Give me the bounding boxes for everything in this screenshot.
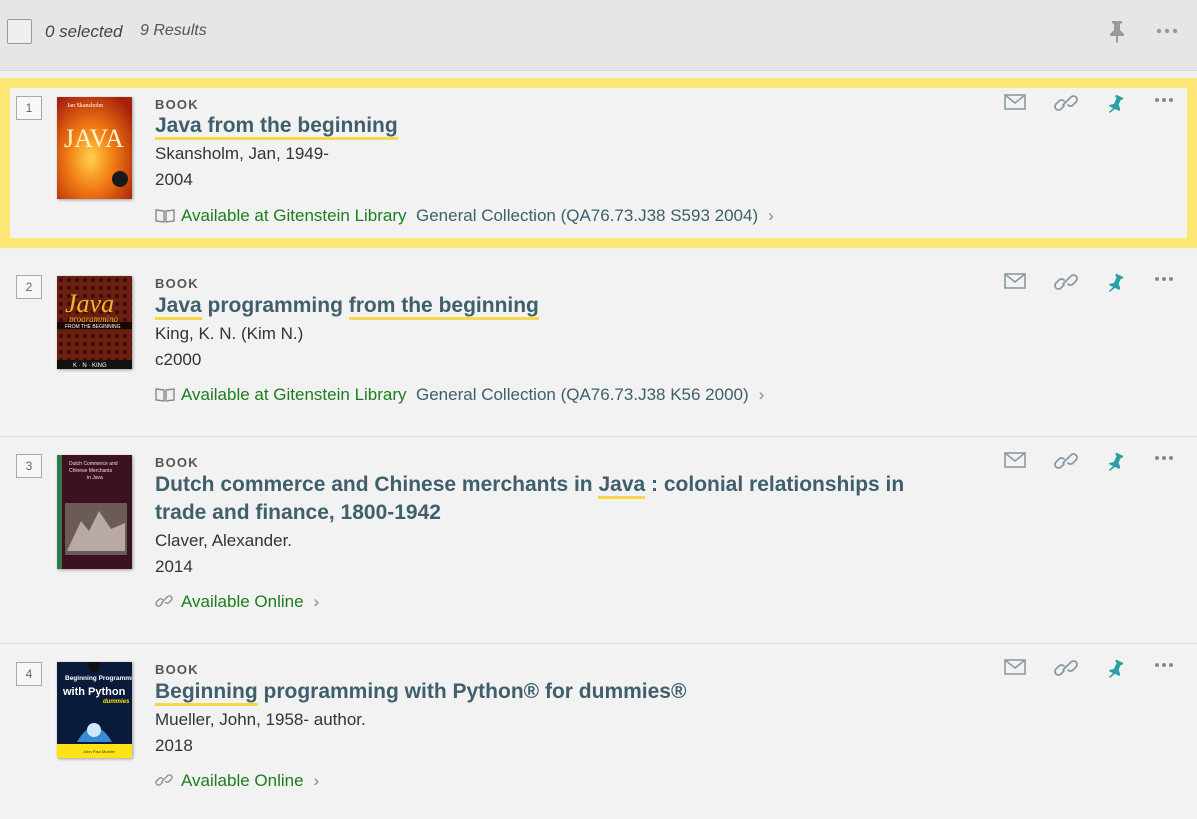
link-icon (155, 772, 173, 788)
author: King, K. N. (Kim N.) (155, 324, 304, 343)
pin-icon[interactable] (1106, 19, 1128, 43)
resource-type: BOOK (155, 97, 199, 112)
more-options-icon[interactable] (1153, 271, 1175, 289)
email-icon[interactable] (1003, 657, 1027, 677)
pin-icon[interactable] (1104, 92, 1126, 116)
selected-count: 0 selected (45, 22, 123, 41)
email-icon[interactable] (1003, 271, 1027, 291)
author: Mueller, John, 1958- author. (155, 710, 366, 729)
book-icon (155, 386, 175, 402)
result-number: 3 (16, 454, 42, 478)
email-icon[interactable] (1003, 450, 1027, 470)
svg-text:Jan Skansholm: Jan Skansholm (67, 103, 104, 109)
pin-icon[interactable] (1104, 450, 1126, 474)
chevron-right-icon: › (758, 385, 765, 404)
chevron-right-icon: › (313, 771, 320, 790)
svg-text:JAVA: JAVA (64, 124, 124, 153)
publication-date: 2018 (155, 736, 193, 755)
chevron-right-icon: › (768, 206, 774, 225)
title-link[interactable]: Beginning programming with Python® for d… (155, 680, 686, 706)
link-icon[interactable] (1054, 450, 1078, 472)
result-number: 4 (16, 662, 42, 686)
email-icon[interactable] (1003, 92, 1027, 112)
availability-status: Available at Gitenstein Library (181, 206, 407, 225)
result-actions (1003, 450, 1183, 476)
resource-type: BOOK (155, 455, 199, 470)
svg-text:FROM THE BEGINNING: FROM THE BEGINNING (65, 324, 121, 330)
svg-text:Beginning Programming: Beginning Programming (65, 675, 132, 682)
svg-text:K · N · KING: K · N · KING (73, 363, 107, 369)
result-actions (1003, 271, 1183, 297)
result-item[interactable]: 4 Beginning Programming with Python dumm… (0, 644, 1197, 819)
book-cover[interactable]: Beginning Programming with Python dummie… (57, 662, 132, 758)
title-highlight: Java (598, 473, 646, 499)
shelf-location: General Collection (QA76.73.J38 K56 2000… (416, 385, 749, 404)
title-highlight: Beginning (155, 680, 258, 706)
availability-line[interactable]: Available at Gitenstein Library General … (155, 206, 774, 226)
availability-line[interactable]: Available Online › (155, 771, 319, 791)
availability-status: Available Online (181, 592, 304, 611)
link-icon[interactable] (1054, 271, 1078, 293)
title-link[interactable]: Dutch commerce and Chinese merchants in … (155, 473, 904, 524)
result-item[interactable]: 1 JAVA Jan Skansholm BOOK Java from the … (0, 78, 1197, 248)
results-count: 9 Results (140, 22, 207, 39)
title-highlight: from the beginning (348, 294, 539, 320)
link-icon (155, 593, 173, 609)
pin-icon[interactable] (1104, 271, 1126, 295)
chevron-right-icon: › (313, 592, 320, 611)
result-title[interactable]: Java from the beginning (155, 112, 955, 140)
publication-date: c2000 (155, 350, 202, 369)
resource-type: BOOK (155, 662, 199, 677)
result-item[interactable]: 3 Dutch Commerce and Chinese Merchants i… (0, 437, 1197, 644)
author: Skansholm, Jan, 1949- (155, 144, 329, 163)
svg-text:Dutch Commerce and: Dutch Commerce and (69, 461, 118, 467)
publication-date: 2004 (155, 170, 193, 189)
more-options-icon[interactable] (1153, 657, 1175, 675)
result-actions (1003, 92, 1183, 118)
more-options-icon[interactable] (1153, 450, 1175, 468)
book-icon (155, 207, 175, 223)
svg-text:John Paul Mueller: John Paul Mueller (83, 749, 116, 754)
pin-icon[interactable] (1104, 657, 1126, 681)
book-cover[interactable]: Dutch Commerce and Chinese Merchants in … (57, 455, 132, 569)
result-item[interactable]: 2 Java programming FROM THE BEGINNING K … (0, 257, 1197, 437)
book-cover[interactable]: Java programming FROM THE BEGINNING K · … (57, 276, 132, 369)
select-all-checkbox[interactable] (7, 19, 32, 44)
author: Claver, Alexander. (155, 531, 293, 550)
svg-text:Chinese Merchants: Chinese Merchants (69, 468, 113, 474)
availability-line[interactable]: Available at Gitenstein Library General … (155, 385, 764, 405)
link-icon[interactable] (1054, 92, 1078, 114)
availability-status: Available Online (181, 771, 304, 790)
publication-date: 2014 (155, 557, 193, 576)
title-highlight: Java (155, 294, 202, 320)
availability-status: Available at Gitenstein Library (181, 385, 407, 404)
link-icon[interactable] (1054, 657, 1078, 679)
result-title[interactable]: Dutch commerce and Chinese merchants in … (155, 471, 955, 527)
results-toolbar: 0 selected 9 Results (0, 0, 1197, 71)
more-options-icon[interactable] (1155, 21, 1179, 41)
result-title[interactable]: Java programming from the beginning (155, 292, 955, 320)
title-link[interactable]: Java from the beginning (155, 114, 398, 140)
resource-type: BOOK (155, 276, 199, 291)
svg-text:with Python: with Python (62, 686, 126, 698)
book-cover[interactable]: JAVA Jan Skansholm (57, 97, 132, 199)
result-number: 1 (16, 96, 42, 120)
svg-text:in Java: in Java (87, 475, 103, 481)
svg-text:dummies: dummies (103, 699, 130, 705)
result-number: 2 (16, 275, 42, 299)
result-title[interactable]: Beginning programming with Python® for d… (155, 678, 955, 706)
result-actions (1003, 657, 1183, 683)
availability-line[interactable]: Available Online › (155, 592, 319, 612)
shelf-location: General Collection (QA76.73.J38 S593 200… (416, 206, 759, 225)
title-link[interactable]: Java programming from the beginning (155, 294, 539, 320)
more-options-icon[interactable] (1153, 92, 1175, 110)
